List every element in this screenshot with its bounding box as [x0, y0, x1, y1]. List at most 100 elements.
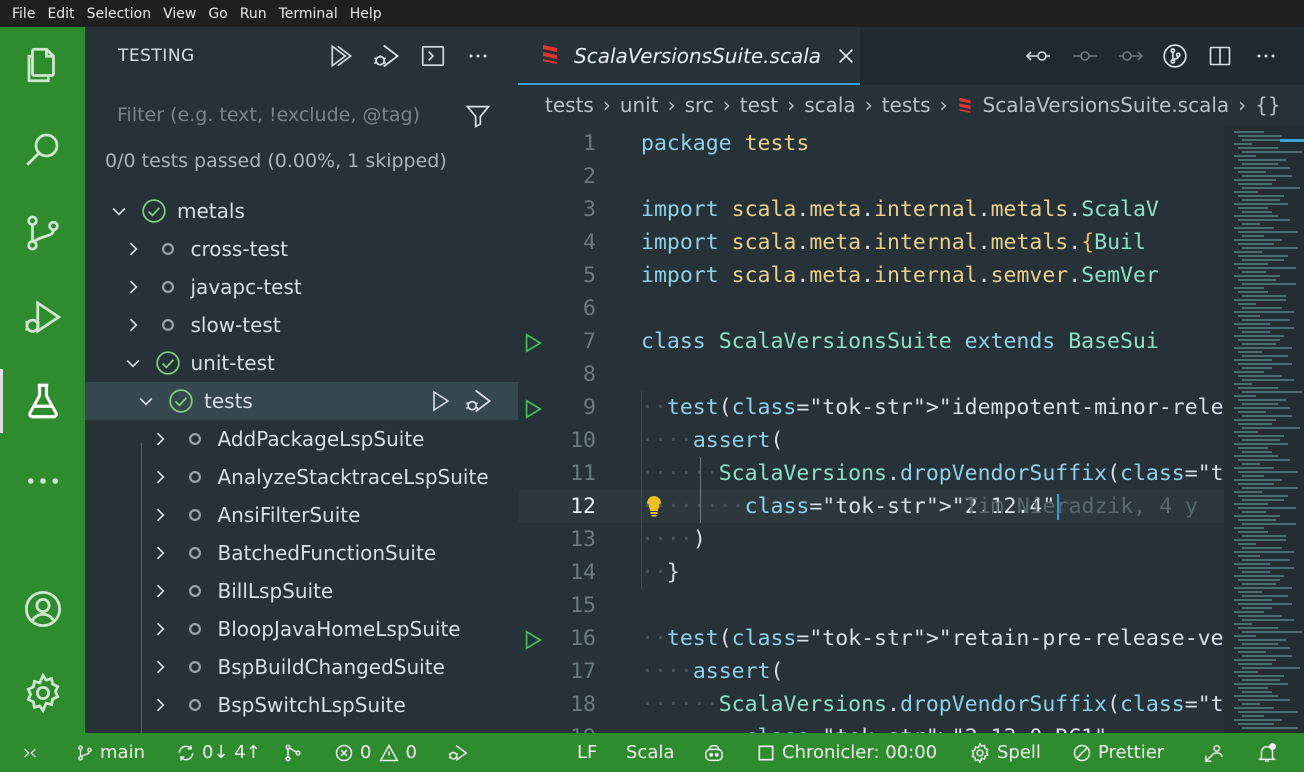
code-line[interactable]: 17 ····assert(: [518, 655, 1224, 688]
menu-edit[interactable]: Edit: [41, 6, 80, 22]
test-tree-item[interactable]: cross-test: [85, 230, 518, 268]
more-icon[interactable]: [0, 449, 85, 513]
code-line[interactable]: 13 ····): [518, 523, 1224, 556]
code-line[interactable]: 12········class="tok-str">"2.12.4"Tim Ni…: [518, 490, 1224, 523]
language-mode[interactable]: Scala: [626, 733, 674, 772]
chevron-right-icon[interactable]: [123, 315, 143, 335]
test-tree-item[interactable]: BatchedFunctionSuite: [85, 534, 518, 572]
branch-status[interactable]: main: [76, 733, 145, 772]
breadcrumb-item[interactable]: unit: [620, 93, 659, 117]
test-tree-item[interactable]: AnalyzeStacktraceLspSuite: [85, 458, 518, 496]
code-line[interactable]: 19 ········class="tok-str">"2.13.0-RC1": [518, 721, 1224, 733]
git-compare-icon[interactable]: [1160, 41, 1190, 71]
test-tree-item[interactable]: slow-test: [85, 306, 518, 344]
search-icon[interactable]: [0, 117, 85, 181]
run-debug-icon[interactable]: [0, 285, 85, 349]
problems-status[interactable]: 0 0: [334, 733, 417, 772]
chevron-right-icon[interactable]: [150, 619, 170, 639]
test-tree-item[interactable]: tests: [85, 382, 518, 420]
chevron-right-icon[interactable]: [150, 657, 170, 677]
menu-view[interactable]: View: [157, 6, 202, 22]
breadcrumb-item[interactable]: src: [685, 93, 714, 117]
go-forward-icon[interactable]: [1115, 41, 1145, 71]
menu-terminal[interactable]: Terminal: [273, 6, 344, 22]
menu-go[interactable]: Go: [202, 6, 233, 22]
code-line[interactable]: 2: [518, 160, 1224, 193]
chevron-right-icon[interactable]: [150, 429, 170, 449]
timeline-icon[interactable]: [1070, 41, 1100, 71]
minimap[interactable]: [1224, 125, 1304, 733]
code-line[interactable]: 3 import scala.meta.internal.metals.Scala…: [518, 193, 1224, 226]
copilot-icon[interactable]: [702, 733, 732, 772]
debug-test-icon[interactable]: [464, 387, 492, 420]
feedback-icon[interactable]: [1203, 733, 1231, 772]
spell-status[interactable]: Spell: [969, 733, 1041, 772]
source-control-icon[interactable]: [0, 201, 85, 265]
chevron-right-icon[interactable]: [150, 505, 170, 525]
menu-help[interactable]: Help: [344, 6, 388, 22]
code-line[interactable]: 7 class ScalaVersionsSuite extends BaseSu…: [518, 325, 1224, 358]
test-tree-item[interactable]: javapc-test: [85, 268, 518, 306]
menu-run[interactable]: Run: [234, 6, 273, 22]
editor-more-icon[interactable]: [1251, 41, 1281, 71]
code-line[interactable]: 8: [518, 358, 1224, 391]
run-all-tests-icon[interactable]: [328, 42, 356, 70]
code-line[interactable]: 4 import scala.meta.internal.metals.{Buil: [518, 226, 1224, 259]
prettier-status[interactable]: Prettier: [1072, 733, 1164, 772]
git-graph-icon[interactable]: [283, 733, 309, 772]
debug-status-icon[interactable]: [446, 733, 476, 772]
chevron-down-icon[interactable]: [136, 391, 156, 411]
chevron-right-icon[interactable]: [150, 467, 170, 487]
show-output-icon[interactable]: [419, 42, 447, 70]
code-line[interactable]: 14 ··}: [518, 556, 1224, 589]
test-tree-item[interactable]: BspBuildChangedSuite: [85, 648, 518, 686]
code-line[interactable]: 15: [518, 589, 1224, 622]
notifications-bell-icon[interactable]: [1256, 733, 1284, 772]
chevron-down-icon[interactable]: [109, 201, 129, 221]
test-tree-item[interactable]: metals: [85, 192, 518, 230]
test-tree-item[interactable]: AddPackageLspSuite: [85, 420, 518, 458]
code-line[interactable]: 11 ······ScalaVersions.dropVendorSuffix(c…: [518, 457, 1224, 490]
tab-scala-versions-suite[interactable]: ScalaVersionsSuite.scala: [518, 27, 860, 85]
more-actions-icon[interactable]: [464, 42, 492, 70]
split-editor-icon[interactable]: [1205, 41, 1235, 71]
test-tree-item[interactable]: AnsiFilterSuite: [85, 496, 518, 534]
chronicler-status[interactable]: Chronicler: 00:00: [756, 733, 937, 772]
code-line[interactable]: 1 package tests: [518, 127, 1224, 160]
debug-all-tests-icon[interactable]: [372, 42, 400, 70]
test-tree-item[interactable]: BloopJavaHomeLspSuite: [85, 610, 518, 648]
eol-status[interactable]: LF: [577, 733, 597, 772]
go-back-icon[interactable]: [1024, 41, 1054, 71]
menu-selection[interactable]: Selection: [81, 6, 158, 22]
code-line[interactable]: 9 ··test(class="tok-str">"idempotent-mino…: [518, 391, 1224, 424]
settings-gear-icon[interactable]: [0, 661, 85, 725]
chevron-down-icon[interactable]: [123, 353, 143, 373]
test-filter-input[interactable]: [99, 97, 439, 133]
code-line[interactable]: 16 ··test(class="tok-str">"retain-pre-rel…: [518, 622, 1224, 655]
remote-icon[interactable]: [20, 733, 46, 772]
code-area[interactable]: 1 package tests 2 3 import scala.meta.intern…: [518, 125, 1224, 733]
test-tree-item[interactable]: unit-test: [85, 344, 518, 382]
chevron-right-icon[interactable]: [150, 695, 170, 715]
code-line[interactable]: 18 ······ScalaVersions.dropVendorSuffix(c…: [518, 688, 1224, 721]
menu-file[interactable]: File: [6, 6, 41, 22]
testing-icon[interactable]: [0, 369, 85, 433]
breadcrumb-item[interactable]: test: [740, 93, 778, 117]
breadcrumb-item[interactable]: tests: [882, 93, 931, 117]
breadcrumb-item[interactable]: scala: [804, 93, 855, 117]
run-test-icon[interactable]: [428, 389, 452, 418]
account-icon[interactable]: [0, 577, 85, 641]
chevron-right-icon[interactable]: [150, 543, 170, 563]
filter-icon[interactable]: [464, 102, 492, 130]
close-icon[interactable]: [835, 45, 857, 67]
code-line[interactable]: 5 import scala.meta.internal.semver.SemVe…: [518, 259, 1224, 292]
chevron-right-icon[interactable]: [150, 581, 170, 601]
breadcrumb-item[interactable]: {}: [1255, 93, 1280, 117]
code-line[interactable]: 6: [518, 292, 1224, 325]
test-tree-item[interactable]: BspSwitchLspSuite: [85, 686, 518, 724]
sync-status[interactable]: 0↓ 4↑: [176, 733, 261, 772]
explorer-icon[interactable]: [0, 33, 85, 97]
code-line[interactable]: 10 ····assert(: [518, 424, 1224, 457]
chevron-right-icon[interactable]: [123, 277, 143, 297]
chevron-right-icon[interactable]: [123, 239, 143, 259]
